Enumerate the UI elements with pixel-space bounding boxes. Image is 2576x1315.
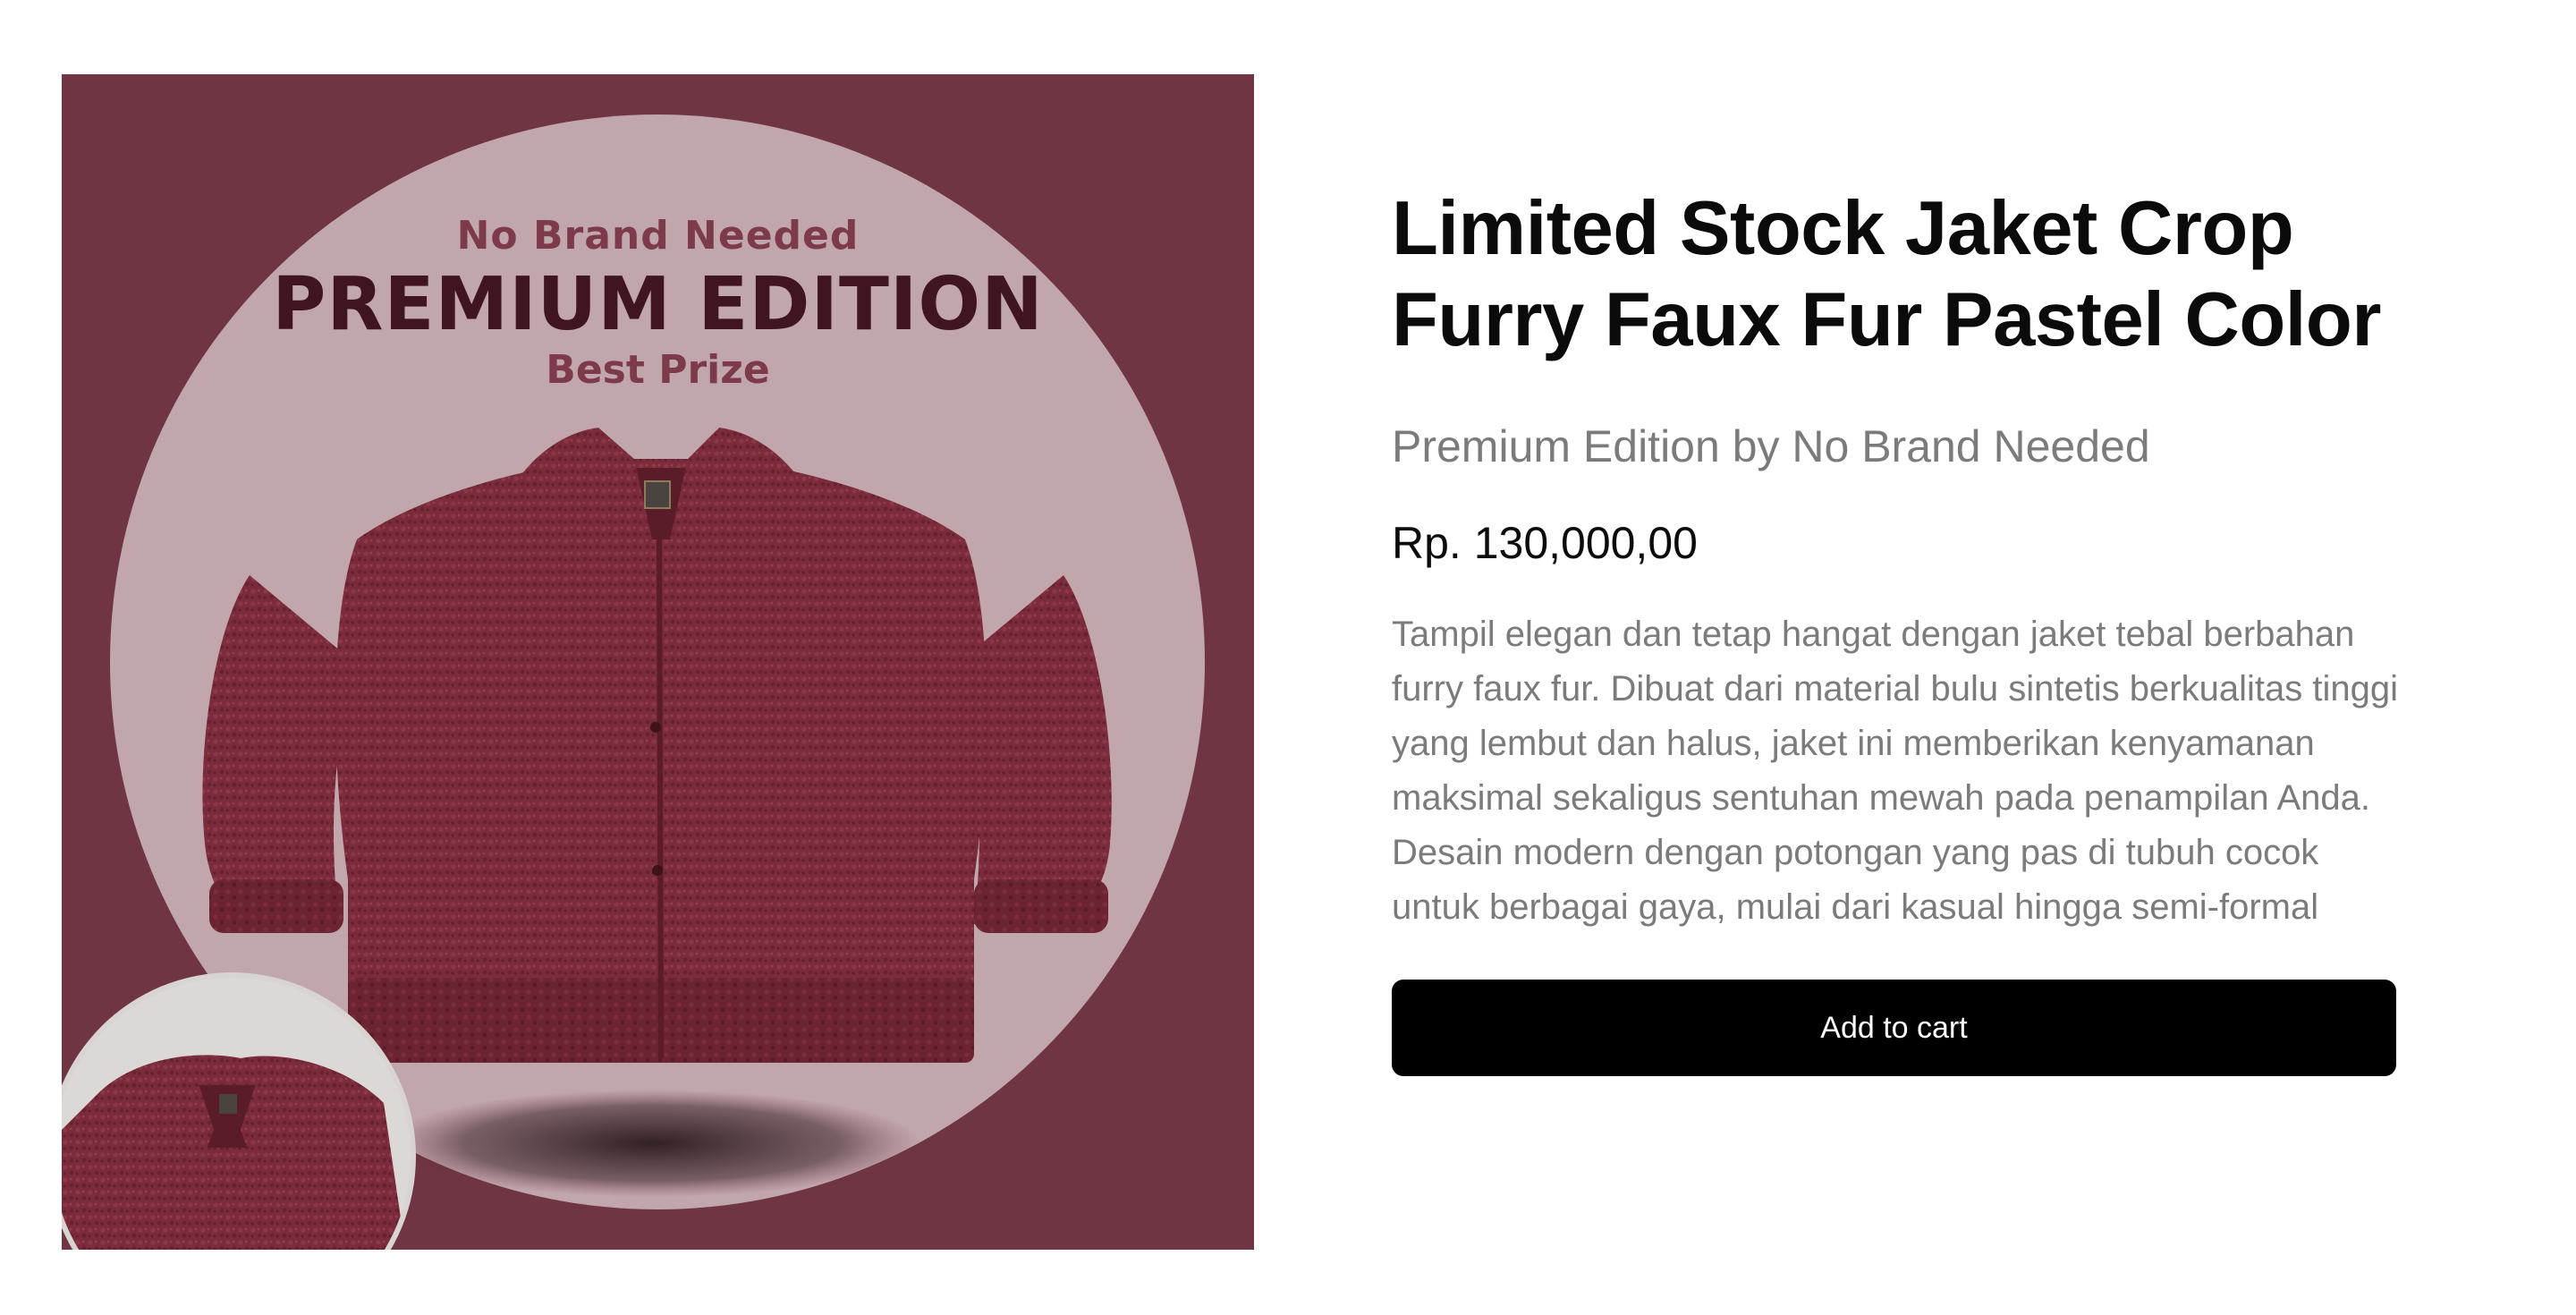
product-image: No Brand Needed PREMIUM EDITION Best Pri… <box>62 74 1254 1250</box>
product-page: No Brand Needed PREMIUM EDITION Best Pri… <box>0 0 2576 1315</box>
product-title: Limited Stock Jaket Crop Furry Faux Fur … <box>1392 186 2381 362</box>
jacket-shadow <box>384 1090 920 1197</box>
promo-tagline-text: Best Prize <box>546 347 770 393</box>
product-description: Tampil elegan dan tetap hangat dengan ja… <box>1392 615 2398 927</box>
promo-brand-text: No Brand Needed <box>456 213 860 259</box>
add-to-cart-button[interactable]: Add to cart <box>1392 980 2396 1076</box>
product-price: Rp. 130,000,00 <box>1392 518 1698 568</box>
promo-edition-text: PREMIUM EDITION <box>272 262 1044 347</box>
product-subtitle: Premium Edition by No Brand Needed <box>1392 421 2150 471</box>
product-info: Limited Stock Jaket Crop Furry Faux Fur … <box>1392 183 2402 1076</box>
